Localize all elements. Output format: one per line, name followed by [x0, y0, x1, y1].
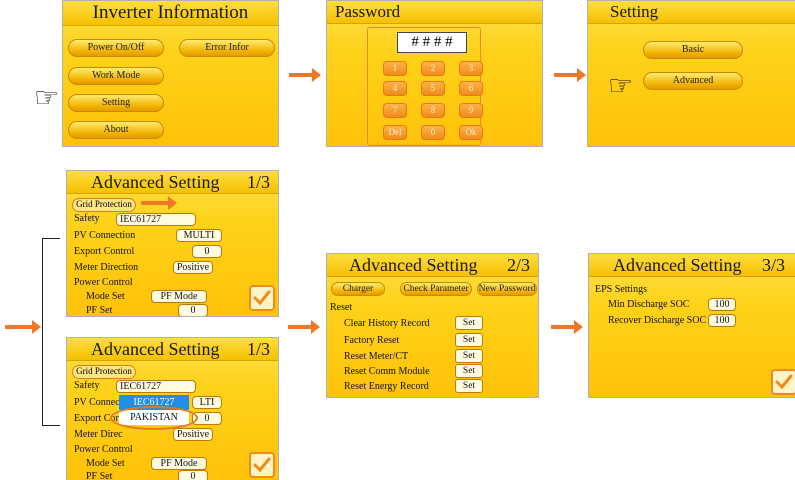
reset-energy-record-label: Reset Energy Record — [344, 381, 429, 392]
meter-direction-label: Meter Direction — [74, 262, 139, 273]
key-ok[interactable]: Ok — [459, 125, 483, 140]
advanced-button[interactable]: Advanced — [643, 72, 743, 90]
page-title: Inverter Information — [63, 1, 278, 26]
pv-connection-field[interactable]: LTI — [192, 396, 222, 409]
power-on-off-button[interactable]: Power On/Off — [68, 39, 164, 57]
key-del[interactable]: Del — [383, 125, 407, 140]
arrow-right-icon — [141, 196, 177, 210]
advanced-setting-page-3: Advanced Setting 3/3 EPS Settings Min Di… — [588, 253, 795, 398]
pf-set-field[interactable]: 0 — [178, 470, 208, 480]
key-2[interactable]: 2 — [421, 61, 445, 76]
meter-direction-label: Meter Direc — [74, 429, 123, 440]
arrow-right-icon — [288, 320, 320, 334]
power-control-label: Power Control — [74, 444, 133, 455]
export-control-field[interactable]: 0 — [192, 245, 222, 258]
work-mode-button[interactable]: Work Mode — [68, 67, 164, 85]
mode-set-field[interactable]: PF Mode — [151, 457, 207, 470]
key-8[interactable]: 8 — [421, 103, 445, 118]
title-bar: Advanced Setting 1/3 — [67, 171, 278, 194]
key-1[interactable]: 1 — [383, 61, 407, 76]
pv-connection-label: PV Connection — [74, 230, 136, 241]
mode-set-field[interactable]: PF Mode — [151, 290, 207, 303]
grid-protection-tab[interactable]: Grid Protection — [72, 365, 136, 379]
power-control-label: Power Control — [74, 277, 133, 288]
title-bar: Advanced Setting 3/3 — [589, 254, 795, 277]
eps-settings-label: EPS Settings — [595, 284, 647, 295]
advanced-setting-page-1: Advanced Setting 1/3 Grid Protection Saf… — [66, 170, 279, 317]
reset-meter-ct-label: Reset Meter/CT — [344, 351, 409, 362]
page-indicator: 3/3 — [762, 255, 786, 275]
confirm-checkmark-icon[interactable] — [771, 369, 795, 395]
highlight-ellipse — [110, 406, 198, 430]
key-9[interactable]: 9 — [459, 103, 483, 118]
pf-set-label: PF Set — [86, 471, 113, 480]
recover-discharge-soc-field[interactable]: 100 — [708, 314, 736, 327]
key-0[interactable]: 0 — [421, 125, 445, 140]
advanced-setting-page-2: Advanced Setting 2/3 Charger Check Param… — [326, 253, 539, 398]
clear-history-record-set-button[interactable]: Set — [455, 316, 483, 330]
pv-connection-field[interactable]: MULTI — [176, 229, 222, 242]
basic-button[interactable]: Basic — [643, 41, 743, 59]
clear-history-record-label: Clear History Record — [344, 318, 430, 329]
arrow-right-icon — [551, 320, 583, 334]
about-button[interactable]: About — [68, 121, 164, 139]
page-title: Advanced Setting — [349, 255, 478, 275]
page-title: Password — [327, 1, 542, 24]
page-indicator: 2/3 — [506, 255, 530, 275]
error-info-button[interactable]: Error Infor — [179, 39, 275, 57]
arrow-right-icon — [5, 320, 41, 334]
confirm-checkmark-icon[interactable] — [249, 285, 275, 311]
page-title: Advanced Setting — [91, 339, 220, 359]
page-indicator: 1/3 — [246, 339, 270, 359]
reset-section-label: Reset — [330, 302, 353, 313]
confirm-checkmark-icon[interactable] — [249, 452, 275, 478]
min-discharge-soc-field[interactable]: 100 — [708, 298, 736, 311]
mode-set-label: Mode Set — [86, 291, 125, 302]
factory-reset-label: Factory Reset — [344, 335, 400, 346]
pf-set-field[interactable]: 0 — [178, 304, 208, 316]
key-7[interactable]: 7 — [383, 103, 407, 118]
key-6[interactable]: 6 — [459, 81, 483, 96]
password-screen: Password # # # # 1 2 3 4 5 6 7 8 9 Del 0… — [326, 0, 543, 147]
key-5[interactable]: 5 — [421, 81, 445, 96]
reset-energy-record-set-button[interactable]: Set — [455, 379, 483, 393]
page-title: Advanced Setting — [91, 172, 220, 192]
safety-label: Safety — [74, 380, 100, 391]
grid-protection-tab[interactable]: Grid Protection — [72, 198, 136, 212]
title-bar: Advanced Setting 1/3 — [67, 338, 278, 361]
advanced-setting-page-1-dropdown: Advanced Setting 1/3 Grid Protection Saf… — [66, 337, 279, 480]
tab-check-parameter[interactable]: Check Parameter — [400, 282, 472, 296]
pf-set-label: PF Set — [86, 305, 113, 316]
page-title: Setting — [588, 1, 795, 24]
password-display: # # # # — [397, 32, 467, 53]
safety-label: Safety — [74, 213, 100, 224]
pointing-hand-icon: ☞ — [34, 81, 60, 114]
tab-charger[interactable]: Charger — [331, 282, 385, 296]
factory-reset-set-button[interactable]: Set — [455, 333, 483, 347]
key-3[interactable]: 3 — [459, 61, 483, 76]
reset-comm-module-label: Reset Comm Module — [344, 366, 430, 377]
recover-discharge-soc-label: Recover Discharge SOC — [608, 315, 707, 326]
min-discharge-soc-label: Min Discharge SOC — [608, 299, 690, 310]
export-control-label: Export Control — [74, 246, 135, 257]
bracket — [42, 238, 60, 426]
arrow-right-icon — [554, 68, 586, 82]
title-bar: Advanced Setting 2/3 — [327, 254, 538, 277]
page-indicator: 1/3 — [246, 172, 270, 192]
pv-connection-label: PV Connec — [74, 397, 120, 408]
key-4[interactable]: 4 — [383, 81, 407, 96]
meter-direction-field[interactable]: Positive — [173, 261, 213, 274]
reset-meter-ct-set-button[interactable]: Set — [455, 349, 483, 363]
mode-set-label: Mode Set — [86, 458, 125, 469]
reset-comm-module-set-button[interactable]: Set — [455, 364, 483, 378]
tab-new-password[interactable]: New Password — [477, 282, 537, 296]
arrow-right-icon — [289, 68, 321, 82]
safety-field[interactable]: IEC61727 — [116, 380, 196, 393]
setting-button[interactable]: Setting — [68, 94, 164, 112]
pointing-hand-icon: ☞ — [608, 69, 634, 102]
page-title: Advanced Setting — [613, 255, 742, 275]
safety-field[interactable]: IEC61727 — [116, 213, 196, 226]
inverter-information-screen: Inverter Information Power On/Off Error … — [62, 0, 279, 147]
meter-direction-field[interactable]: Positive — [173, 428, 213, 441]
